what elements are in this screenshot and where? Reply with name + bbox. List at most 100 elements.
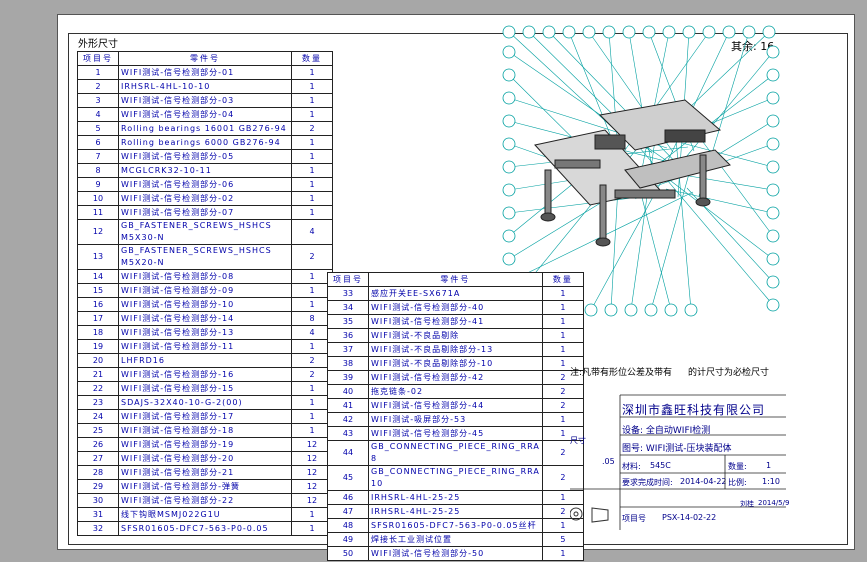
bom-part-name: WIFI测试-信号检测部分-18	[118, 423, 292, 438]
callout-balloon	[766, 183, 780, 197]
bom-row: 13 GB_FASTENER_SCREWS_HSHCS M5X20-N 2	[77, 244, 333, 270]
bom-item-number: 48	[327, 518, 369, 533]
bom-quantity: 1	[541, 286, 584, 301]
bom-row: 41 WIFI测试-信号检测部分-44 2	[327, 398, 584, 413]
bom-part-name: WIFI测试-信号检测部分-19	[118, 437, 292, 452]
bom-quantity: 1	[291, 163, 333, 178]
bom-item-number: 20	[77, 353, 119, 368]
bom-item-number: 6	[77, 135, 119, 150]
bom-quantity: 1	[291, 191, 333, 206]
bom-quantity: 4	[291, 219, 333, 245]
bom-row: 34 WIFI测试-信号检测部分-40 1	[327, 300, 584, 315]
bom-row: 44 GB_CONNECTING_PIECE_RING_RRA 82	[327, 440, 584, 466]
bom-row: 36 WIFI测试-不良品剔除 1	[327, 328, 584, 343]
bom-item-number: 35	[327, 314, 369, 329]
header-item-no: 项目号	[327, 272, 369, 287]
bom-item-number: 2	[77, 79, 119, 94]
bom-part-name: WIFI测试-信号检测部分-02	[118, 191, 292, 206]
bom-row: 6 Rolling bearings 6000 GB276-94 1	[77, 135, 333, 150]
bom-part-name: WIFI测试-信号检测部分-15	[118, 381, 292, 396]
bom-part-name: WIFI测试-信号检测部分-13	[118, 325, 292, 340]
bom-row: 28 WIFI测试-信号检测部分-21 12	[77, 465, 333, 480]
header-part-no: 零件号	[118, 51, 292, 66]
callout-balloon	[562, 25, 576, 39]
bom-quantity: 1	[291, 205, 333, 220]
callout-balloon	[502, 68, 516, 82]
bom-quantity: 1	[541, 328, 584, 343]
bom-row: 21 WIFI测试-信号检测部分-16 2	[77, 367, 333, 382]
callout-balloon	[664, 303, 678, 317]
callout-balloon	[662, 25, 676, 39]
bom-part-name: WIFI测试-信号检测部分-20	[118, 451, 292, 466]
bom-part-name: GB_FASTENER_SCREWS_HSHCS M5X20-N	[118, 244, 292, 270]
bom-row: 27 WIFI测试-信号检测部分-20 12	[77, 451, 333, 466]
bom-item-number: 46	[327, 490, 369, 505]
bom-row: 30 WIFI测试-信号检测部分-22 12	[77, 493, 333, 508]
bom-item-number: 29	[77, 479, 119, 494]
callout-balloon	[766, 252, 780, 266]
callout-balloon	[502, 229, 516, 243]
bom-part-name: WIFI测试-信号检测部分-16	[118, 367, 292, 382]
bom-part-name: IRHSRL-4HL-10-10	[118, 79, 292, 94]
bom-row: 4 WIFI测试-信号检测部分-04 1	[77, 107, 333, 122]
bom-item-number: 28	[77, 465, 119, 480]
bom-quantity: 1	[291, 65, 333, 80]
bom-item-number: 26	[77, 437, 119, 452]
bom-part-name: SFSR01605-DFC7-563-P0-0.05	[118, 521, 292, 536]
bom-row: 32 SFSR01605-DFC7-563-P0-0.05 1	[77, 521, 333, 536]
bom-row: 9 WIFI测试-信号检测部分-06 1	[77, 177, 333, 192]
callout-balloon	[682, 25, 696, 39]
bom-row: 45 GB_CONNECTING_PIECE_RING_RRA 10 2	[327, 465, 584, 491]
callout-balloon	[644, 303, 658, 317]
bom-quantity: 1	[291, 93, 333, 108]
bom-part-name: GB_FASTENER_SCREWS_HSHCS M5X30-N	[118, 219, 292, 245]
bom-row: 23 SDAJS-32X40-10-G-2(00) 1	[77, 395, 333, 410]
bom-part-name: WIFI测试-信号检测部分-42	[368, 370, 543, 385]
bom-row: 10 WIFI测试-信号检测部分-02 1	[77, 191, 333, 206]
bom-part-name: WIFI测试-信号检测部分-06	[118, 177, 292, 192]
callout-balloon	[502, 91, 516, 105]
bom-part-name: IRHSRL-4HL-25-25	[368, 504, 543, 519]
callout-balloon	[602, 25, 616, 39]
bom-part-name: WIFI测试-信号检测部分-44	[368, 398, 543, 413]
bom-part-name: WIFI测试-不良品剔除部分-13	[368, 342, 543, 357]
bom-row: 12 GB_FASTENER_SCREWS_HSHCS M5X30-N 4	[77, 219, 333, 245]
bom-item-number: 45	[327, 465, 369, 491]
bom-item-number: 7	[77, 149, 119, 164]
bom-part-name: 线下钩眼MSMJ022G1U	[118, 507, 292, 522]
bom-quantity: 1	[291, 79, 333, 94]
bom-part-name: WIFI测试-不良品剔除	[368, 328, 543, 343]
bom-item-number: 19	[77, 339, 119, 354]
bom-row: 26 WIFI测试-信号检测部分-19 12	[77, 437, 333, 452]
bom-item-number: 11	[77, 205, 119, 220]
bom-row: 19 WIFI测试-信号检测部分-11 1	[77, 339, 333, 354]
bom-item-number: 16	[77, 297, 119, 312]
bom-part-name: WIFI测试-信号检测部分-45	[368, 426, 543, 441]
bom-quantity: 2	[291, 244, 333, 270]
projection-symbol	[570, 507, 609, 523]
bom-row: 15 WIFI测试-信号检测部分-09 1	[77, 283, 333, 298]
bom-row: 35 WIFI测试-信号检测部分-41 1	[327, 314, 584, 329]
bom-item-number: 5	[77, 121, 119, 136]
callout-balloon	[502, 45, 516, 59]
bom-quantity: 1	[291, 135, 333, 150]
callout-balloon	[502, 183, 516, 197]
bom-part-name: 感应开关EE-SX671A	[368, 286, 543, 301]
callout-balloon	[502, 25, 516, 39]
bom-item-number: 17	[77, 311, 119, 326]
bom-part-name: WIFI测试-信号检测部分-50	[368, 546, 543, 561]
bom-row: 16 WIFI测试-信号检测部分-10 1	[77, 297, 333, 312]
callout-balloon	[604, 303, 618, 317]
bom-part-name: WIFI测试-信号检测部分-11	[118, 339, 292, 354]
bom-part-name: SFSR01605-DFC7-563-P0-0.05丝杆	[368, 518, 543, 533]
bom-row: 1 WIFI测试-信号检测部分-01 1	[77, 65, 333, 80]
bom-item-number: 49	[327, 532, 369, 547]
bom-part-name: WIFI测试-信号检测部分-弹簧	[118, 479, 292, 494]
bom-part-name: WIFI测试-信号检测部分-07	[118, 205, 292, 220]
leader-line	[638, 185, 672, 311]
callout-balloon	[542, 25, 556, 39]
bom-item-number: 50	[327, 546, 369, 561]
callout-balloon	[742, 25, 756, 39]
title-block-grid	[570, 394, 786, 530]
bom-item-number: 14	[77, 269, 119, 284]
